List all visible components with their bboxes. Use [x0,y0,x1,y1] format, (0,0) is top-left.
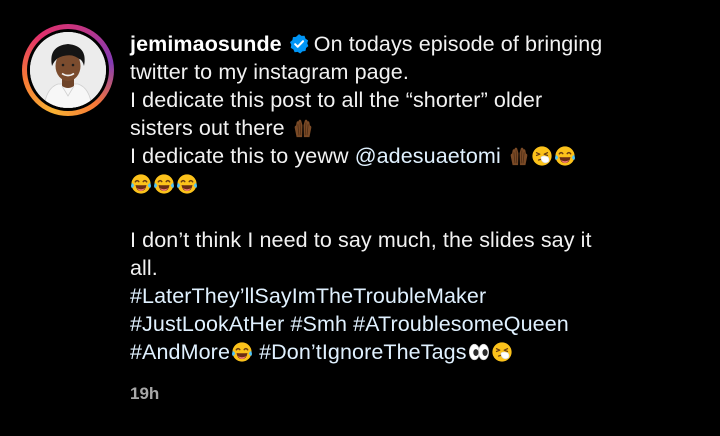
caption-text: On todays episode of bringing [313,32,603,56]
eyes-emoji [468,341,490,363]
hashtag-link[interactable]: #Don’tIgnoreTheTags [259,340,466,364]
tears-of-joy-emoji [130,173,152,195]
caption-text: I dedicate this to yeww [130,144,349,168]
hashtag-link[interactable]: #AndMore [130,340,230,364]
caption-text: sisters out there [130,116,285,140]
instagram-post-caption: jemimaosunde On todays episode of bringin… [0,0,720,436]
hashtag-link[interactable]: #JustLookAtHer [130,312,284,336]
caption-line-2: twitter to my instagram page. [130,60,409,84]
verified-badge-icon [289,34,309,54]
caption-line-1: jemimaosunde On todays episode of bringin… [130,30,690,58]
caption-line-6 [130,170,690,198]
hashtag-link[interactable]: #LaterThey’llSayImTheTroubleMaker [130,284,486,308]
raised-hands-emoji [508,145,530,167]
tears-of-joy-emoji [153,173,175,195]
story-ring[interactable] [22,24,114,116]
tears-of-joy-emoji [231,341,253,363]
caption-line-3: I dedicate this post to all the “shorter… [130,88,543,112]
caption-line-7: I don’t think I need to say much, the sl… [130,228,592,252]
raised-hands-emoji [292,117,314,139]
hashtag-link[interactable]: #Smh [290,312,347,336]
sneezing-face-emoji [531,145,553,167]
caption-line-11: #AndMore #Don’tIgnoreTheTags [130,338,690,366]
caption-line-4: sisters out there [130,114,690,142]
sneezing-face-emoji [491,341,513,363]
avatar[interactable] [30,32,106,108]
tears-of-joy-emoji [554,145,576,167]
caption-line-5: I dedicate this to yeww @adesuaetomi [130,142,690,170]
caption: jemimaosunde On todays episode of bringin… [130,30,690,366]
caption-line-9: #LaterThey’llSayImTheTroubleMaker [130,282,690,310]
tears-of-joy-emoji [176,173,198,195]
caption-line-8: all. [130,256,158,280]
caption-line-10: #JustLookAtHer #Smh #ATroublesomeQueen [130,310,690,338]
mention-link[interactable]: @adesuaetomi [355,144,501,168]
username-link[interactable]: jemimaosunde [130,32,282,56]
post-timestamp[interactable]: 19h [130,384,159,404]
hashtag-link[interactable]: #ATroublesomeQueen [353,312,569,336]
profile-photo [30,32,106,108]
